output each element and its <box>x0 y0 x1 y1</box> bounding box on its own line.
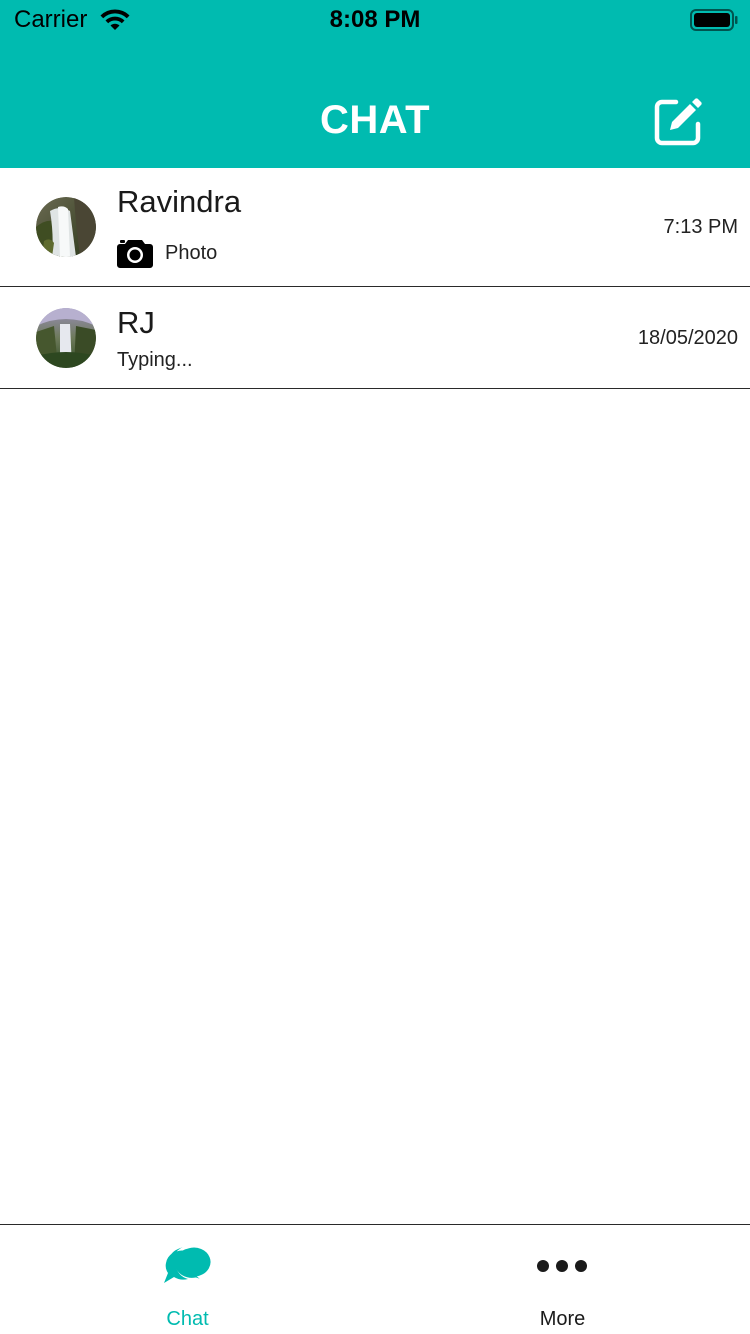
chat-time: 7:13 PM <box>663 216 738 238</box>
tab-chat[interactable]: Chat <box>0 1225 375 1334</box>
carrier-label: Carrier <box>14 6 88 33</box>
chat-name: RJ <box>117 305 155 340</box>
tab-bar: Chat More <box>0 1224 750 1334</box>
avatar-rj <box>36 308 96 368</box>
avatar-ravindra <box>36 197 96 257</box>
status-bar: Carrier 8:08 PM <box>0 0 750 40</box>
chat-name: Ravindra <box>117 184 242 219</box>
more-dots-icon <box>537 1260 587 1272</box>
page-title: CHAT <box>319 98 431 142</box>
chat-row-rj[interactable]: RJ Typing... 18/05/2020 <box>0 287 750 389</box>
tab-more-label: More <box>539 1308 586 1330</box>
chat-preview: Photo <box>117 238 217 268</box>
compose-icon[interactable] <box>650 94 706 150</box>
battery-icon <box>690 9 738 31</box>
camera-icon <box>117 240 153 268</box>
app-header: Carrier 8:08 PM CHAT <box>0 0 750 168</box>
chat-preview-text: Photo <box>165 241 218 264</box>
wifi-icon <box>100 9 130 30</box>
tab-more[interactable]: More <box>375 1225 750 1334</box>
chat-list: Ravindra Photo 7:13 PM RJ Typing... 18/0… <box>0 168 750 389</box>
chat-screen: Carrier 8:08 PM CHAT Ravindra Photo 7:13… <box>0 0 750 1334</box>
chat-preview: Typing... <box>117 349 193 371</box>
tab-chat-label: Chat <box>166 1308 209 1330</box>
chat-bubbles-icon <box>164 1244 212 1285</box>
chat-row-ravindra[interactable]: Ravindra Photo 7:13 PM <box>0 168 750 287</box>
chat-time: 18/05/2020 <box>637 327 738 349</box>
